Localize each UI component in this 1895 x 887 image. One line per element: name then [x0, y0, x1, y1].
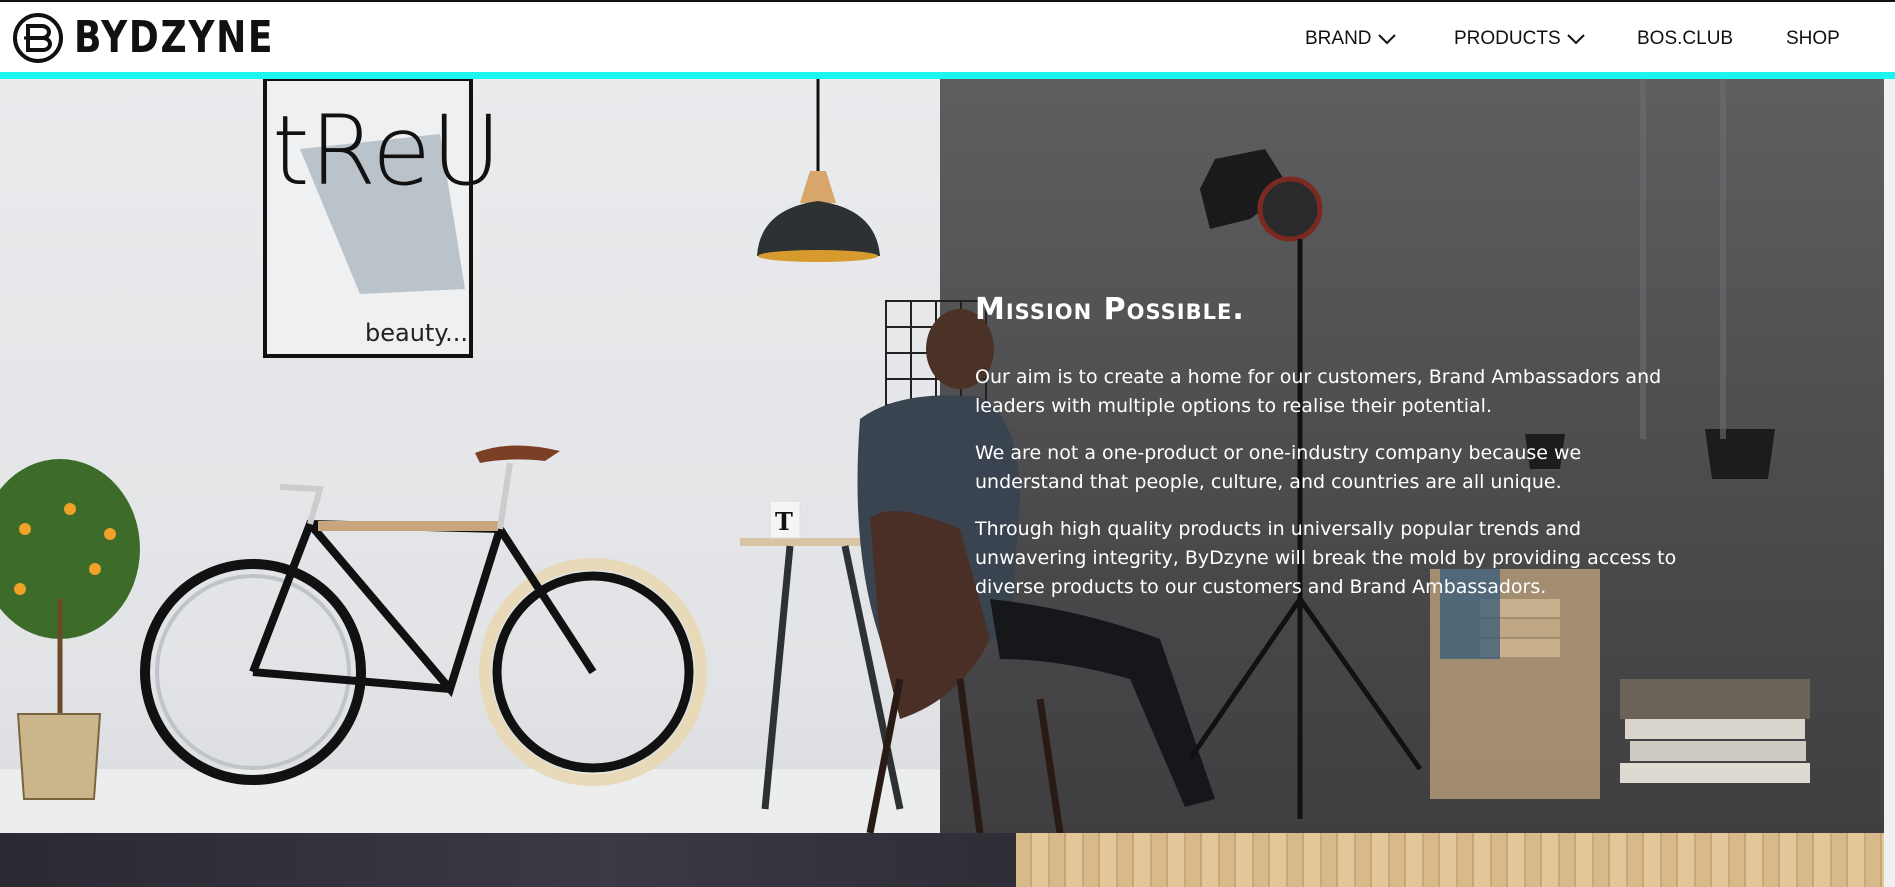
nav-products[interactable]: PRODUCTS	[1454, 28, 1585, 50]
wall-poster: tReU beauty...	[263, 79, 501, 358]
mission-title: Mission Possible.	[975, 292, 1245, 327]
next-section-wood-floor	[1016, 833, 1895, 887]
potted-plant	[0, 459, 140, 800]
mission-content: Mission Possible. Our aim is to create a…	[975, 292, 1695, 620]
chevron-down-icon	[1377, 34, 1396, 45]
mission-paragraph-2: We are not a one-product or one-industry…	[975, 442, 1582, 493]
nav-brand[interactable]: BRAND	[1305, 28, 1396, 50]
nav-products-label: PRODUCTS	[1454, 28, 1561, 49]
site-header: BYDZYNE BRAND PRODUCTS BOS.CLUB SHOP	[0, 0, 1895, 81]
nav-shop-label: SHOP	[1786, 28, 1840, 49]
bydzyne-logo-icon	[13, 13, 63, 63]
brand-logo[interactable]: BYDZYNE	[12, 12, 318, 64]
mission-paragraph-3: Through high quality products in univers…	[975, 518, 1677, 598]
page-scrollbar[interactable]	[1884, 79, 1895, 887]
nav-bos-club[interactable]: BOS.CLUB	[1637, 28, 1733, 50]
nav-bos-club-label: BOS.CLUB	[1637, 28, 1734, 49]
nav-brand-label: BRAND	[1305, 28, 1372, 49]
poster-caption: beauty...	[365, 319, 468, 347]
mug-letter: T	[775, 507, 793, 536]
mission-paragraph-1: Our aim is to create a home for our cust…	[975, 366, 1662, 417]
next-section-dark	[0, 833, 1016, 887]
logo-text: BYDZYNE	[74, 12, 275, 63]
bicycle	[140, 445, 707, 786]
hero-section: tReU beauty... T Mission Possible. Our a…	[0, 79, 1884, 833]
pendant-lamp	[757, 79, 880, 262]
chevron-down-icon	[1566, 34, 1585, 45]
nav-shop[interactable]: SHOP	[1786, 28, 1840, 50]
poster-text: tReU	[272, 95, 501, 207]
